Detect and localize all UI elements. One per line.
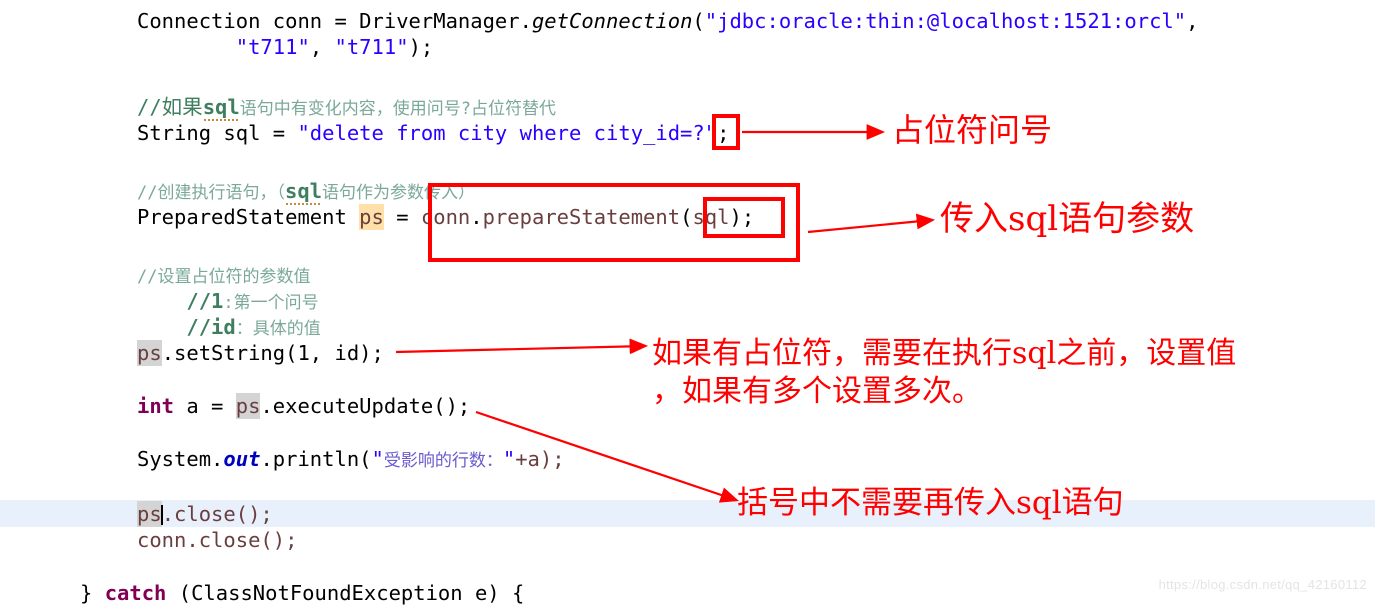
code-editor-surface[interactable]: Connection conn = DriverManager.getConne… xyxy=(0,0,1375,605)
code-token: ; xyxy=(741,205,755,229)
code-keyword: catch xyxy=(104,581,167,605)
code-keyword: int xyxy=(137,394,175,418)
code-line-2[interactable]: "t711", "t711"); xyxy=(0,34,1375,60)
code-token: prepareStatement xyxy=(482,205,681,229)
code-line-15[interactable]: int a = ps.executeUpdate(); xyxy=(0,393,1375,419)
code-line-8[interactable]: PreparedStatement ps = conn.prepareState… xyxy=(0,204,1375,230)
code-token-sql-string: "delete from city where city_id=?" xyxy=(297,121,718,145)
code-line-7-comment[interactable]: //创建执行语句，（sql语句作为参数传入） xyxy=(0,178,1375,206)
code-token: " xyxy=(502,447,516,471)
code-token: .println( xyxy=(260,447,372,471)
code-line-19[interactable]: ps.close(); xyxy=(0,501,1375,527)
code-token: ); xyxy=(408,35,434,59)
code-line-10-comment[interactable]: //设置占位符的参数值 xyxy=(0,262,1375,288)
code-token: ( xyxy=(692,9,705,33)
code-token: .setString(1, id); xyxy=(161,341,384,365)
code-token: = xyxy=(383,205,421,229)
code-token-string: "jdbc:oracle:thin:@localhost:1521:orcl" xyxy=(704,9,1187,33)
code-token: " xyxy=(371,447,384,471)
code-token: PreparedStatement xyxy=(137,205,360,229)
code-token: ( xyxy=(680,205,693,229)
code-token: DriverManager xyxy=(359,9,520,33)
code-line-17[interactable]: System.out.println("受影响的行数："+a); xyxy=(0,446,1375,472)
occurrence-highlight-ps-write: ps xyxy=(359,204,384,230)
code-token: . xyxy=(470,205,483,229)
code-token-string: 受影响的行数： xyxy=(383,451,503,471)
code-token: Connection conn = xyxy=(137,9,360,33)
code-token: . xyxy=(519,9,532,33)
code-token: .executeUpdate(); xyxy=(260,394,471,418)
code-token: ; xyxy=(717,121,730,145)
code-token: sql xyxy=(692,205,730,229)
code-token: (ClassNotFoundException e) { xyxy=(166,581,525,605)
code-token: +a); xyxy=(515,447,565,471)
code-token: conn.close(); xyxy=(137,528,298,552)
comment-token: //id xyxy=(186,315,236,339)
comment-token: 语句作为参数传入） xyxy=(322,183,476,203)
comment-token: //如果 xyxy=(137,95,203,119)
occurrence-highlight-ps-read: ps xyxy=(137,501,162,527)
occurrence-highlight-ps-read: ps xyxy=(235,393,261,419)
comment-token: :第一个问号 xyxy=(223,293,319,313)
code-token: a = xyxy=(174,394,236,418)
code-token: , xyxy=(1186,9,1199,33)
comment-token: //设置占位符的参数值 xyxy=(137,267,311,287)
comment-token-sql: sql xyxy=(284,178,323,206)
comment-token: //创建执行语句，（ xyxy=(137,183,285,203)
code-token: System. xyxy=(137,447,224,471)
code-token: out xyxy=(223,447,261,471)
code-token: conn xyxy=(420,205,471,229)
code-token: ) xyxy=(729,205,742,229)
code-token: String sql = xyxy=(137,121,298,145)
code-line-20[interactable]: conn.close(); xyxy=(0,527,1375,553)
code-line-13[interactable]: ps.setString(1, id); xyxy=(0,340,1375,366)
code-line-1[interactable]: Connection conn = DriverManager.getConne… xyxy=(0,8,1375,34)
comment-token: 语句中有变化内容，使用问号?占位符替代 xyxy=(239,99,556,119)
code-line-4-comment[interactable]: //如果sql语句中有变化内容，使用问号?占位符替代 xyxy=(0,94,1375,122)
code-line-5[interactable]: String sql = "delete from city where cit… xyxy=(0,120,1375,146)
code-token: .close(); xyxy=(161,502,273,526)
code-token-string: "t711" xyxy=(334,35,409,59)
code-token-string: "t711" xyxy=(235,35,310,59)
code-line-12-comment[interactable]: //id：具体的值 xyxy=(0,314,1375,340)
watermark: https://blog.csdn.net/qq_42160112 xyxy=(1158,577,1367,592)
code-line-11-comment[interactable]: //1:第一个问号 xyxy=(0,288,1375,314)
comment-token: ：具体的值 xyxy=(235,319,321,339)
occurrence-highlight-ps-read: ps xyxy=(137,340,162,366)
comment-token: //1 xyxy=(186,289,224,313)
code-token: getConnection xyxy=(531,9,693,33)
code-token: , xyxy=(309,35,335,59)
comment-token-sql: sql xyxy=(202,94,240,122)
code-token: } xyxy=(80,581,105,605)
